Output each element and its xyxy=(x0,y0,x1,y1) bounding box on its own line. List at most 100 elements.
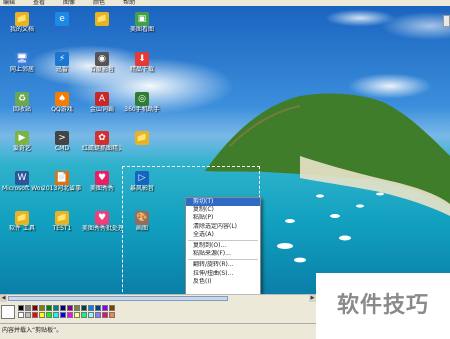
desktop-icon[interactable]: 📁 我的文档 xyxy=(2,12,42,33)
context-menu-item[interactable]: 翻转/旋转(R)... xyxy=(186,261,260,269)
palette-swatch[interactable] xyxy=(18,305,24,311)
desktop-icon[interactable]: e xyxy=(42,12,82,26)
desktop-icon[interactable]: 📁 xyxy=(122,131,162,145)
app-icon: 📁 xyxy=(55,211,69,225)
palette-swatch[interactable] xyxy=(18,312,24,318)
desktop-icon-label: 美图秀秀批处理 xyxy=(82,225,122,232)
desktop-icon[interactable]: ♥ 美图秀秀批处理 xyxy=(82,211,122,232)
palette-swatch[interactable] xyxy=(25,305,31,311)
palette-swatch[interactable] xyxy=(81,312,87,318)
context-menu-item[interactable]: 清除选定内容(L) xyxy=(186,223,260,231)
watermark-text: 软件技巧 xyxy=(336,293,429,318)
scroll-right-icon[interactable]: ▶ xyxy=(309,295,316,302)
desktop-icon-label: QQ游戏 xyxy=(51,106,73,113)
palette-swatch[interactable] xyxy=(46,312,52,318)
menu-separator xyxy=(188,239,258,241)
palette-swatch[interactable] xyxy=(102,312,108,318)
desktop-icon[interactable]: ◉ 百度影音 xyxy=(82,52,122,73)
desktop-icon-label: CMD xyxy=(55,145,69,152)
context-menu-item[interactable]: 粘贴(P) xyxy=(186,214,260,222)
menu-separator xyxy=(188,259,258,261)
palette-swatch[interactable] xyxy=(32,312,38,318)
desktop-icon[interactable]: ⬇ 精品下载 xyxy=(122,52,162,73)
desktop-icon[interactable]: ◎ 360手机助手 xyxy=(122,92,162,113)
palette-swatch[interactable] xyxy=(60,305,66,311)
desktop-icon-label: 美图秀秀 xyxy=(89,185,114,192)
palette-swatch[interactable] xyxy=(67,312,73,318)
palette-swatch[interactable] xyxy=(88,312,94,318)
desktop-icon[interactable]: ⚡ 迅雷 xyxy=(42,52,82,73)
desktop-icon[interactable]: WMicrosoft Word 2003 xyxy=(2,171,42,192)
palette-swatch[interactable] xyxy=(88,305,94,311)
palette-swatch[interactable] xyxy=(109,312,115,318)
app-icon: ▣ xyxy=(135,12,149,26)
app-icon: 📁 xyxy=(15,12,29,26)
palette-swatch[interactable] xyxy=(46,305,52,311)
desktop-icon-label: 爱奇艺 xyxy=(12,145,31,152)
desktop-icon[interactable]: ✿ 红蜻蜓抓图精灵 xyxy=(82,131,122,152)
desktop-icon-label: 美图看图 xyxy=(129,26,154,33)
desktop-icon[interactable]: ♻ 回收站 xyxy=(2,92,42,113)
desktop-icon[interactable]: ▶ 爱奇艺 xyxy=(2,131,42,152)
desktop-icon-label: 360手机助手 xyxy=(124,106,160,113)
context-menu-item[interactable]: 反色(I) xyxy=(186,278,260,286)
desktop-icon[interactable]: 📁 TEST1 xyxy=(42,211,82,232)
context-menu-item[interactable]: 全选(A) xyxy=(186,231,260,239)
desktop-icon[interactable]: ♥ 美图秀秀 xyxy=(82,171,122,192)
window-edge xyxy=(443,15,450,27)
desktop-icon[interactable]: ▣ 美图看图 xyxy=(122,12,162,33)
desktop-icon[interactable]: A 金山词霸 xyxy=(82,92,122,113)
palette-swatch[interactable] xyxy=(81,305,87,311)
desktop-icon[interactable]: 📁 软件 工具 xyxy=(2,211,42,232)
desktop-icon-label: 回收站 xyxy=(12,106,31,113)
desktop-icon-label: TEST1 xyxy=(52,225,72,232)
app-icon: 🖥 xyxy=(15,52,29,66)
color-palette xyxy=(0,302,316,323)
app-icon: ♠ xyxy=(55,92,69,106)
palette-swatch[interactable] xyxy=(53,312,59,318)
desktop-icon[interactable]: 🖥 网上邻居 xyxy=(2,52,42,73)
desktop-icon-label: 金山词霸 xyxy=(89,106,114,113)
desktop-icon-label: 红蜻蜓抓图精灵 xyxy=(82,145,122,152)
palette-swatch[interactable] xyxy=(95,305,101,311)
desktop-icon-label: 软件 工具 xyxy=(9,225,35,232)
context-menu-item[interactable]: 剪切(T) xyxy=(186,198,260,207)
palette-swatch[interactable] xyxy=(60,312,66,318)
palette-swatch[interactable] xyxy=(53,305,59,311)
palette-swatch[interactable] xyxy=(32,305,38,311)
palette-swatch[interactable] xyxy=(25,312,31,318)
desktop-icon-label: 迅雷 xyxy=(55,66,68,73)
context-menu-item[interactable]: 复制(C) xyxy=(186,206,260,214)
context-menu-item[interactable]: 拉伸/扭曲(S)... xyxy=(186,270,260,278)
scroll-left-icon[interactable]: ◀ xyxy=(0,295,7,302)
palette-swatch[interactable] xyxy=(74,312,80,318)
current-color-swatch[interactable] xyxy=(1,305,15,319)
palette-swatch[interactable] xyxy=(74,305,80,311)
palette-swatch[interactable] xyxy=(102,305,108,311)
palette-swatch[interactable] xyxy=(39,305,45,311)
app-icon: A xyxy=(95,92,109,106)
app-icon: ✿ xyxy=(95,131,109,145)
app-icon: 📁 xyxy=(95,12,109,26)
scroll-thumb[interactable] xyxy=(8,296,228,301)
watermark: 软件技巧 xyxy=(316,273,450,339)
desktop-icon[interactable]: ♠ QQ游戏 xyxy=(42,92,82,113)
app-icon: e xyxy=(55,12,69,26)
palette-swatch[interactable] xyxy=(109,305,115,311)
context-menu-item[interactable]: 复制到(O)... xyxy=(186,242,260,250)
palette-swatch[interactable] xyxy=(95,312,101,318)
desktop-icon[interactable]: > CMD xyxy=(42,131,82,152)
desktop-icon[interactable]: 📄2013河北省事业单位... xyxy=(42,171,82,192)
desktop-icon-label: Microsoft Word 2003 xyxy=(2,185,42,192)
palette-swatch[interactable] xyxy=(39,312,45,318)
palette-swatch[interactable] xyxy=(67,305,73,311)
app-icon: ♻ xyxy=(15,92,29,106)
horizontal-scrollbar[interactable]: ◀ ▶ xyxy=(0,294,316,302)
desktop-icon[interactable]: 📁 xyxy=(82,12,122,26)
context-menu-item[interactable]: 粘贴来源(F)... xyxy=(186,250,260,258)
desktop-icon-label: 我的文档 xyxy=(9,26,34,33)
desktop-icon-label: 精品下载 xyxy=(129,66,154,73)
desktop-canvas: 📁我的文档🖥网上邻居♻回收站▶爱奇艺WMicrosoft Word 2003📁软… xyxy=(0,6,450,294)
app-icon: ⚡ xyxy=(55,52,69,66)
context-menu: 剪切(T) 复制(C) 粘贴(P) 清除选定内容(L) 全选(A) 复制到(O)... 粘贴… xyxy=(185,197,261,294)
